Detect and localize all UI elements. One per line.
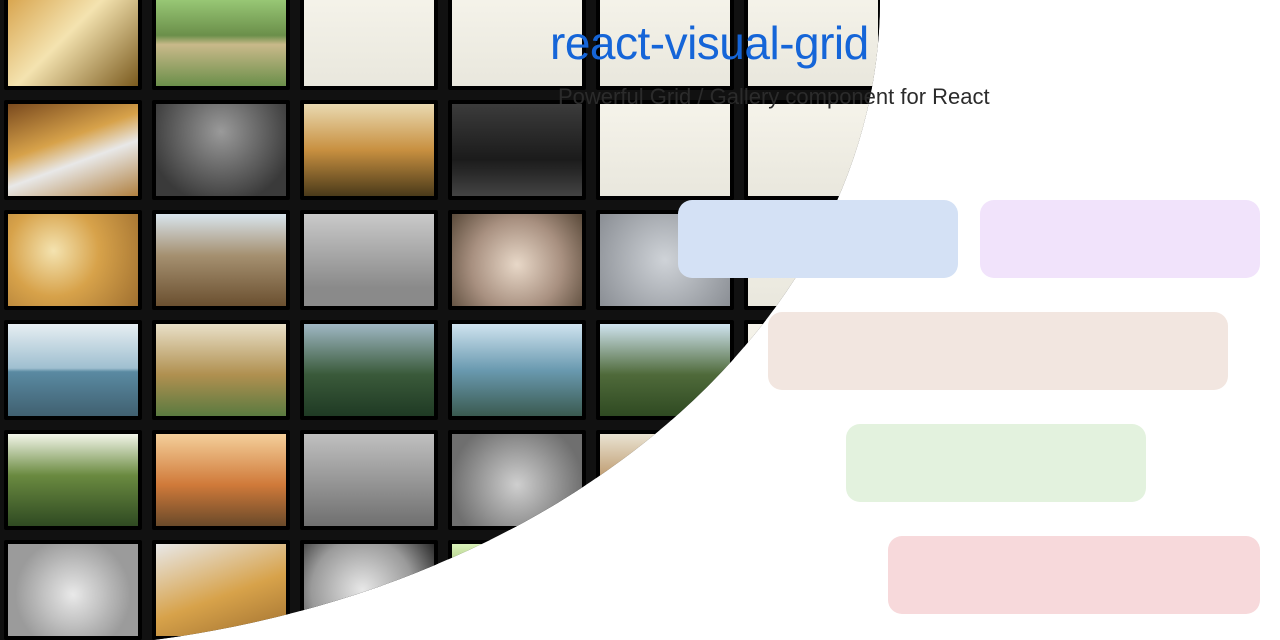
thumbnail-image xyxy=(8,434,138,526)
pill-blue xyxy=(678,200,958,278)
product-subtitle: Powerful Grid / Gallery component for Re… xyxy=(558,84,1260,110)
thumbnail-vinyl xyxy=(300,540,438,640)
thumbnail-blank-d xyxy=(596,100,734,200)
thumbnail-image xyxy=(8,544,138,636)
thumbnail-image xyxy=(304,544,434,636)
thumbnail-grass-close xyxy=(448,540,586,640)
hero-banner: react-visual-grid Powerful Grid / Galler… xyxy=(0,0,1280,640)
thumbnail-image xyxy=(304,104,434,196)
thumbnail-image xyxy=(452,214,582,306)
thumbnail-park-bench xyxy=(300,430,438,530)
thumbnail-sunset-hills xyxy=(152,430,290,530)
pill-green xyxy=(846,424,1146,502)
thumbnail-image xyxy=(452,324,582,416)
thumbnail-image xyxy=(156,324,286,416)
pill-pink xyxy=(888,536,1260,614)
thumbnail-sea-horizon xyxy=(4,320,142,420)
thumbnail-wheat xyxy=(4,430,142,530)
thumbnail-image xyxy=(748,104,878,196)
pill-purple xyxy=(980,200,1260,278)
thumbnail-image xyxy=(156,104,286,196)
thumbnail-highway xyxy=(152,100,290,200)
thumbnail-laptop-desk xyxy=(152,540,290,640)
thumbnail-blank-e xyxy=(744,100,880,200)
thumbnail-image xyxy=(8,0,138,86)
thumbnail-girl-sunglasses xyxy=(4,210,142,310)
thumbnail-image xyxy=(8,324,138,416)
thumbnail-image xyxy=(452,434,582,526)
thumbnail-golden-field xyxy=(4,0,142,90)
thumbnail-desk-tools xyxy=(744,540,880,640)
thumbnail-image xyxy=(304,434,434,526)
thumbnail-image xyxy=(304,324,434,416)
thumbnail-image xyxy=(304,214,434,306)
thumbnail-path xyxy=(152,0,290,90)
thumbnail-image xyxy=(156,434,286,526)
thumbnail-image xyxy=(8,214,138,306)
thumbnail-image xyxy=(600,104,730,196)
thumbnail-image xyxy=(600,324,730,416)
copy-block: react-visual-grid Powerful Grid / Galler… xyxy=(550,16,1260,110)
thumbnail-pinecones xyxy=(448,430,586,530)
thumbnail-image xyxy=(156,0,286,86)
thumbnail-fence xyxy=(300,100,438,200)
thumbnail-pale xyxy=(300,0,438,90)
product-title: react-visual-grid xyxy=(550,16,1260,70)
thumbnail-cat-nose xyxy=(448,210,586,310)
thumbnail-dock xyxy=(152,210,290,310)
thumbnail-coast xyxy=(448,320,586,420)
thumbnail-image xyxy=(452,104,582,196)
thumbnail-skyline xyxy=(448,100,586,200)
thumbnail-image xyxy=(304,0,434,86)
thumbnail-dunes xyxy=(152,320,290,420)
thumbnail-image xyxy=(156,544,286,636)
thumbnail-forest-lake xyxy=(300,320,438,420)
thumbnail-feet-bw xyxy=(4,540,142,640)
thumbnail-image xyxy=(156,214,286,306)
thumbnail-image xyxy=(8,104,138,196)
thumbnail-hands-typing xyxy=(596,540,734,640)
thumbnail-green-field xyxy=(596,320,734,420)
thumbnail-image xyxy=(452,544,582,636)
thumbnail-laptop-person xyxy=(4,100,142,200)
thumbnail-pier xyxy=(596,430,734,530)
pill-tan xyxy=(768,312,1228,390)
thumbnail-image xyxy=(600,434,730,526)
thumbnail-image xyxy=(748,544,878,636)
thumbnail-image xyxy=(600,544,730,636)
thumbnail-bench-bw xyxy=(300,210,438,310)
